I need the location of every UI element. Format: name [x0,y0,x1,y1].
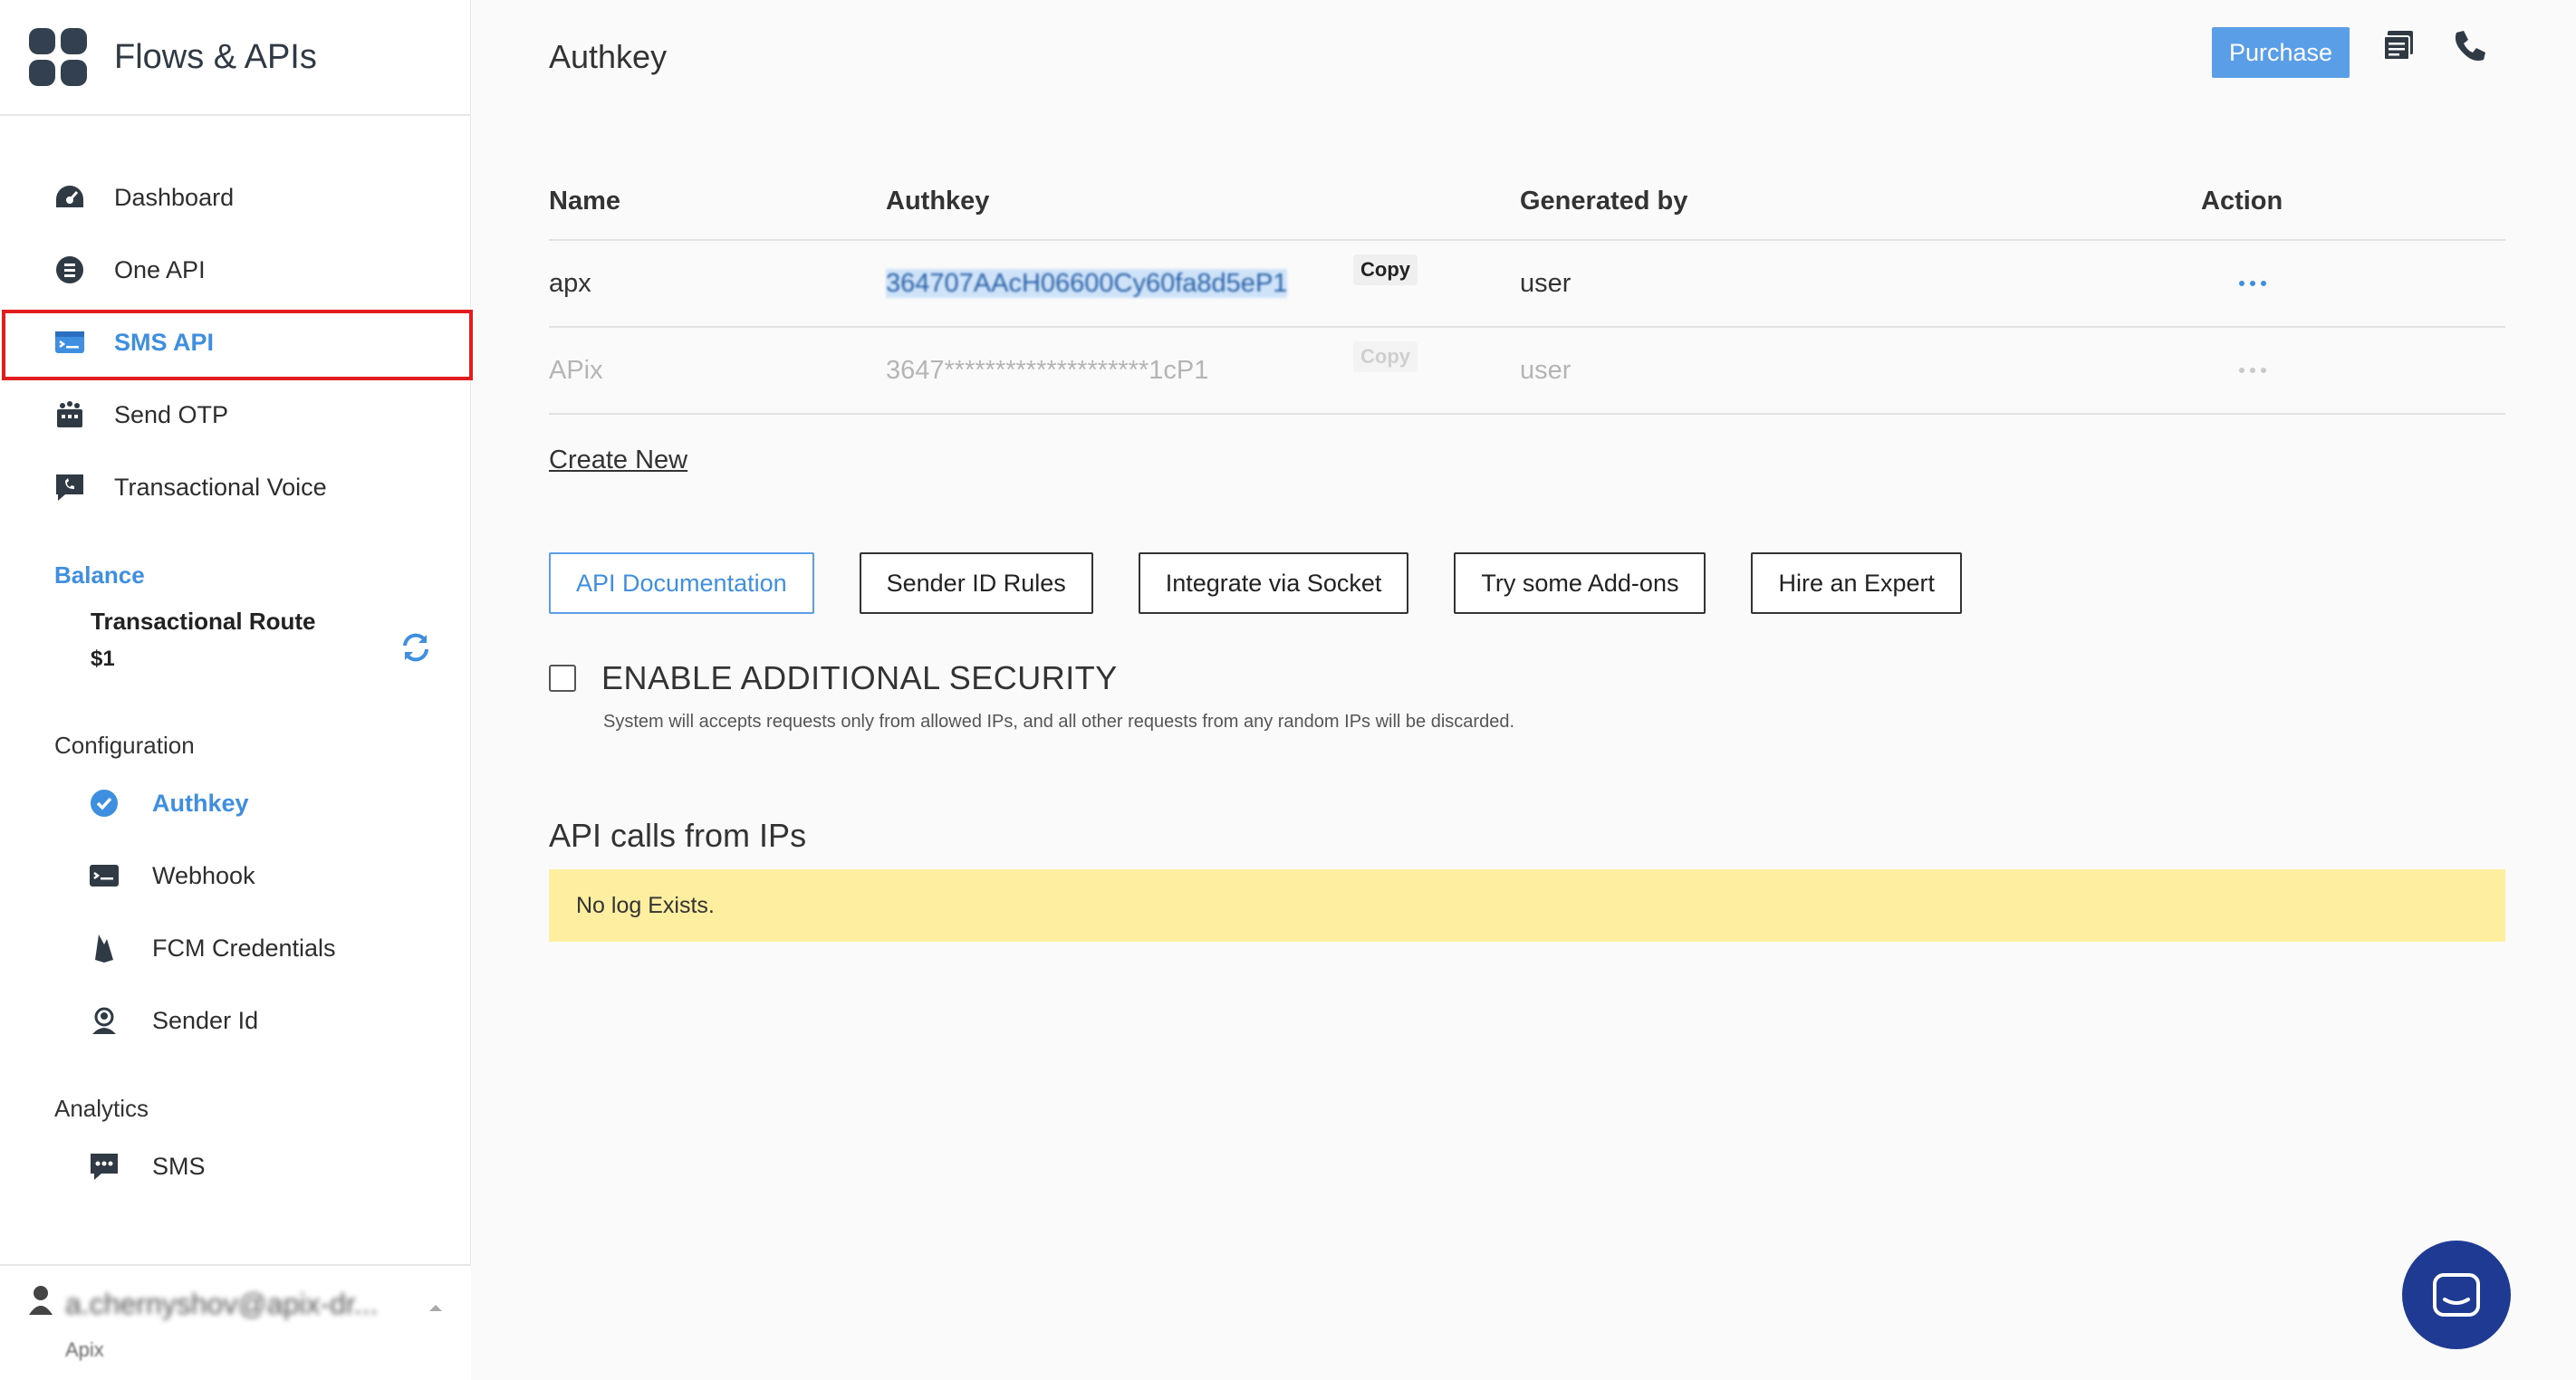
copy-button[interactable]: Copy [1353,340,1418,372]
sender-id-icon [89,1005,120,1036]
sidebar-item-one-api[interactable]: One API [0,234,470,306]
empty-log-alert: No log Exists. [549,869,2505,942]
balance-block: Transactional Route $1 [0,608,470,672]
copy-button[interactable]: Copy [1353,254,1418,285]
sidebar-item-label: Transactional Voice [114,473,327,501]
authkey-table: Name Authkey Generated by Action apx 364… [549,163,2505,415]
analytics-section: Analytics SMS [0,1095,470,1203]
security-toggle: ENABLE ADDITIONAL SECURITY [549,659,1118,697]
row-generated-by: user [1520,355,1572,385]
check-circle-icon [89,788,120,819]
user-icon [29,1286,53,1315]
brand-header: Flows & APIs [0,0,470,116]
sidebar-item-transactional-voice[interactable]: Transactional Voice [0,451,470,523]
integrate-via-socket-button[interactable]: Integrate via Socket [1138,552,1409,614]
sidebar-item-label: Webhook [152,861,255,889]
table-row: APix 3647********************1cP1 Copy u… [549,328,2505,415]
balance-title: Balance [54,561,145,589]
sidebar-item-label: Sender Id [152,1006,259,1034]
row-authkey-cell: 3647********************1cP1 Copy [886,340,1520,386]
configuration-section: Configuration Authkey Webhook FCM Creden… [0,732,470,1057]
dashboard-icon [54,182,85,213]
firebase-icon [89,933,120,963]
chat-widget-button[interactable] [2402,1241,2511,1349]
configuration-title: Configuration [54,732,195,759]
enable-security-checkbox[interactable] [549,665,576,692]
api-documentation-button[interactable]: API Documentation [549,552,814,614]
authkey-value: 3647********************1cP1 [886,355,1209,385]
ip-section-title: API calls from IPs [549,817,807,854]
analytics-title: Analytics [54,1095,149,1122]
main-nav: Dashboard One API SMS API Send OTP Trans… [0,116,473,523]
app-grid-icon[interactable] [29,28,87,86]
user-menu[interactable]: a.chernyshov@apix-dr... Apix [0,1264,471,1380]
one-api-icon [54,254,85,285]
webhook-icon [89,860,120,891]
row-authkey-cell: 364707AAcH06600Cy60fa8d5eP1 Copy [886,254,1520,299]
security-title: ENABLE ADDITIONAL SECURITY [601,659,1118,696]
action-buttons: API Documentation Sender ID Rules Integr… [549,552,2007,614]
refresh-icon[interactable] [399,631,432,664]
column-header-action: Action [2201,186,2283,216]
sidebar-item-label: SMS [152,1152,206,1180]
sidebar-item-label: Dashboard [114,183,235,211]
table-row: apx 364707AAcH06600Cy60fa8d5eP1 Copy use… [549,241,2505,328]
page-title: Authkey [549,38,668,75]
sidebar-item-label: One API [114,255,206,283]
sender-id-rules-button[interactable]: Sender ID Rules [859,552,1093,614]
user-email: a.chernyshov@apix-dr... [65,1288,379,1320]
chat-icon [2433,1273,2480,1317]
security-description: System will accepts requests only from a… [603,712,1514,732]
purchase-button[interactable]: Purchase [2212,27,2350,78]
empty-log-message: No log Exists. [576,892,715,918]
column-header-generated-by: Generated by [1520,186,1688,216]
sidebar-item-sender-id[interactable]: Sender Id [0,984,470,1057]
sidebar-item-authkey[interactable]: Authkey [0,767,470,839]
column-header-authkey: Authkey [886,186,990,216]
sidebar-item-label: Authkey [152,789,249,817]
try-add-ons-button[interactable]: Try some Add-ons [1454,552,1706,614]
more-options-icon[interactable] [2201,368,2473,373]
create-new-link[interactable]: Create New [549,446,687,475]
sidebar-item-send-otp[interactable]: Send OTP [0,379,470,451]
row-action [2201,368,2473,373]
row-action [2201,281,2473,286]
app-title: Flows & APIs [114,37,317,76]
authkey-value[interactable]: 364707AAcH06600Cy60fa8d5eP1 [886,268,1288,298]
sidebar-item-label: Send OTP [114,400,229,428]
sidebar-item-label: SMS API [114,328,215,356]
more-options-icon[interactable] [2201,281,2473,286]
sms-api-icon [54,327,85,358]
user-org: Apix [65,1338,104,1361]
sidebar-item-sms-api[interactable]: SMS API [0,306,473,380]
table-header-row: Name Authkey Generated by Action [549,163,2505,241]
voice-icon [54,472,85,503]
sidebar-item-fcm-credentials[interactable]: FCM Credentials [0,912,470,984]
column-header-name: Name [549,186,620,216]
caret-up-icon[interactable] [428,1302,444,1313]
balance-section: Balance Transactional Route $1 [0,561,470,672]
sms-chat-icon [89,1151,120,1182]
send-otp-icon [54,399,85,430]
sidebar-item-webhook[interactable]: Webhook [0,839,470,912]
row-generated-by: user [1520,268,1572,298]
sidebar: Flows & APIs Dashboard One API SMS API S… [0,0,473,1380]
row-name: apx [549,268,591,298]
notes-icon[interactable] [2380,27,2417,63]
sidebar-item-label: FCM Credentials [152,934,336,962]
sidebar-item-sms[interactable]: SMS [0,1130,470,1203]
row-name: APix [549,355,603,385]
sidebar-item-dashboard[interactable]: Dashboard [0,161,470,234]
hire-expert-button[interactable]: Hire an Expert [1751,552,1963,614]
phone-icon[interactable] [2451,27,2487,63]
main-content: Authkey Purchase Name Authkey Generated … [471,0,2576,1380]
